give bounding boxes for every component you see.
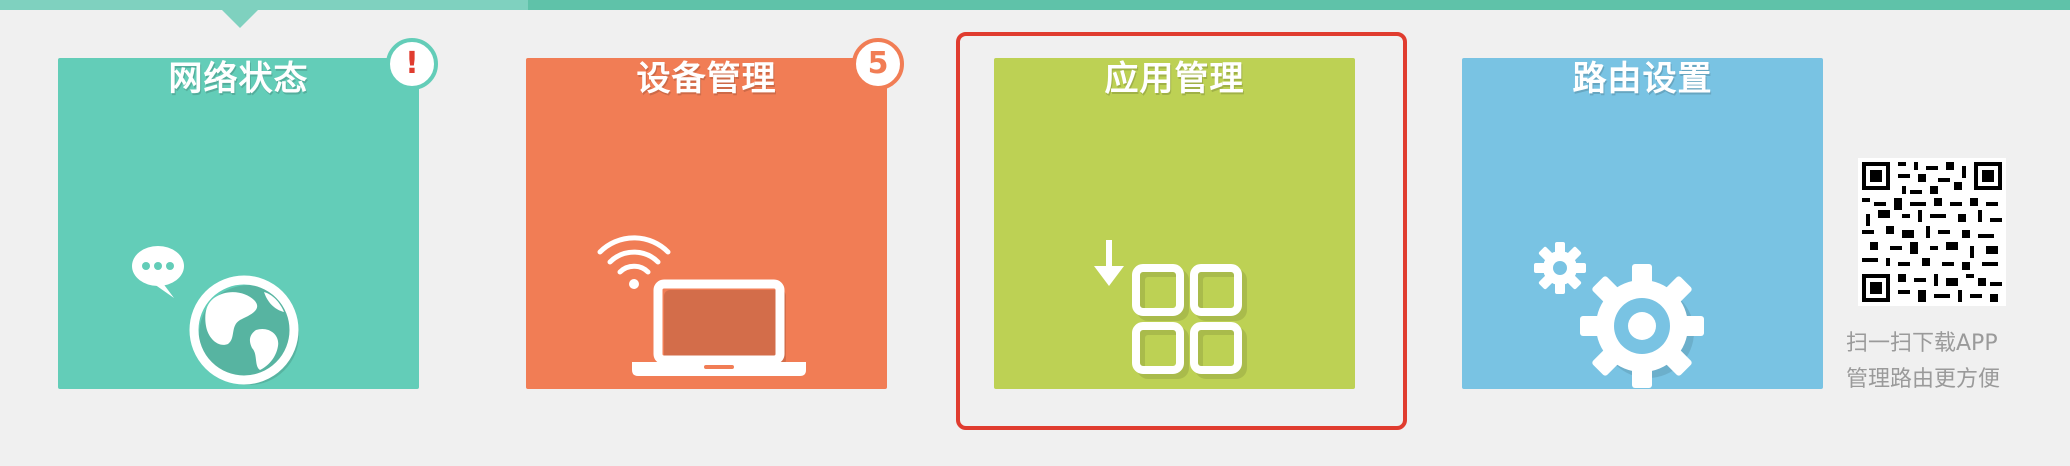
top-nav-strip — [0, 0, 2070, 28]
tile-network-status[interactable]: 网络状态 — [58, 58, 419, 389]
qr-caption-line-2: 管理路由更方便 — [1846, 367, 2001, 392]
active-tab-pointer — [222, 10, 258, 28]
device-count-badge: 5 — [852, 38, 904, 90]
tile-title: 网络状态 — [168, 59, 309, 99]
app-download-qr-code — [1858, 158, 2006, 306]
tile-title: 路由设置 — [1572, 59, 1713, 99]
wifi-laptop-icon — [597, 235, 806, 376]
router-dashboard: 网络状态 设备管理 应用管理 路由设置 ! 5 扫一扫下载APP 管理路由更方便 — [0, 0, 2070, 466]
selection-highlight-frame — [956, 32, 1407, 430]
active-tab-indicator — [0, 0, 528, 10]
network-alert-badge: ! — [386, 38, 438, 90]
qr-caption: 扫一扫下载APP 管理路由更方便 — [1846, 326, 2026, 398]
tile-device-management[interactable]: 设备管理 — [526, 58, 887, 389]
gears-icon — [1534, 242, 1704, 388]
qr-caption-line-1: 扫一扫下载APP — [1846, 331, 1998, 356]
globe-chat-icon — [132, 246, 299, 385]
tile-title: 设备管理 — [636, 59, 777, 99]
tile-router-settings[interactable]: 路由设置 — [1462, 58, 1823, 389]
